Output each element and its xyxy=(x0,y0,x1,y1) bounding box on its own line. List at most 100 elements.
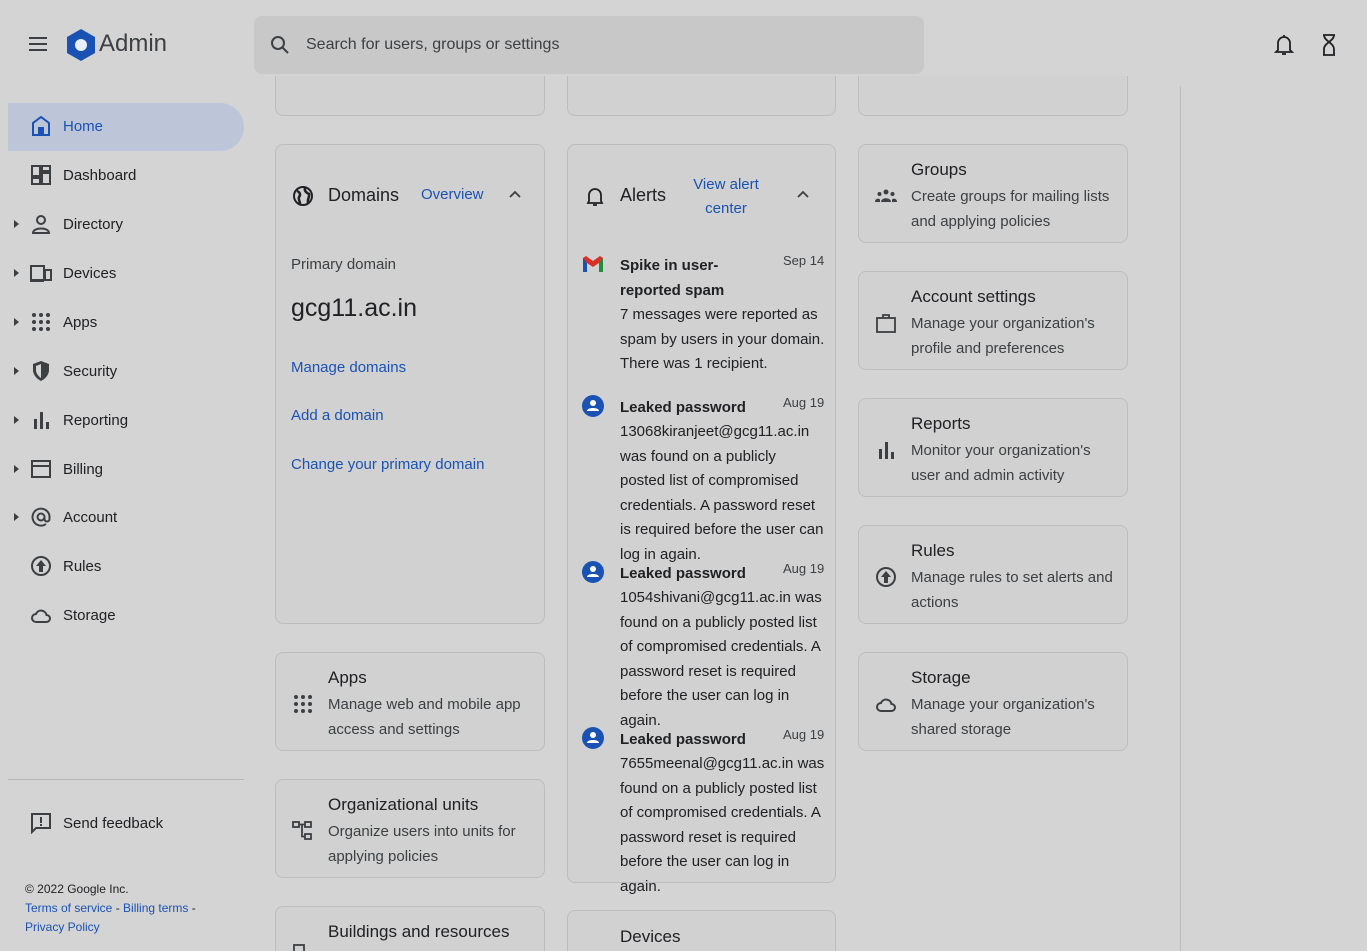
copyright-text: © 2022 Google Inc. xyxy=(25,882,129,896)
buildings-card-title: Buildings and resources xyxy=(328,922,510,941)
alert-item[interactable]: Leaked password Aug 19 13068kiranjeet@gc… xyxy=(580,395,830,563)
cloud-icon xyxy=(30,604,52,626)
alert-body: 7 messages were reported as spam by user… xyxy=(620,306,825,372)
sidebar-item-devices[interactable]: Devices xyxy=(8,250,244,298)
sidebar-item-home[interactable]: Home xyxy=(8,103,244,151)
rules-card[interactable]: Rules Manage rules to set alerts and act… xyxy=(858,525,1128,624)
sidebar-item-account[interactable]: Account xyxy=(8,494,244,542)
user-alert-icon xyxy=(582,561,604,583)
alert-item[interactable]: Leaked password Aug 19 7655meenal@gcg11.… xyxy=(580,727,830,895)
account-settings-card[interactable]: Account settings Manage your organizatio… xyxy=(858,271,1128,370)
apps-card-title: Apps xyxy=(328,668,367,687)
notifications-bell-icon[interactable] xyxy=(1273,33,1295,57)
reports-card-title: Reports xyxy=(911,414,971,433)
user-alert-icon xyxy=(582,727,604,749)
expand-caret-icon[interactable] xyxy=(14,318,19,326)
rules-icon xyxy=(875,566,897,588)
apps-card[interactable]: Apps Manage web and mobile app access an… xyxy=(275,652,545,751)
alert-title: Spike in user-reported spam xyxy=(620,257,725,299)
tasks-hourglass-icon[interactable] xyxy=(1319,33,1339,57)
sidebar-item-billing[interactable]: Billing xyxy=(8,446,244,494)
manage-domains-link[interactable]: Manage domains xyxy=(291,359,406,376)
reports-card-description: Monitor your organization's user and adm… xyxy=(911,442,1091,484)
rules-card-title: Rules xyxy=(911,541,955,560)
sidebar-item-dashboard[interactable]: Dashboard xyxy=(8,152,244,200)
buildings-card[interactable]: Buildings and resources xyxy=(275,906,545,951)
dashboard-icon xyxy=(30,164,52,186)
expand-caret-icon[interactable] xyxy=(14,220,19,228)
billing-terms-link[interactable]: Billing terms xyxy=(123,901,188,915)
apps-grid-icon xyxy=(292,693,314,715)
expand-caret-icon[interactable] xyxy=(14,269,19,277)
cloud-icon xyxy=(875,693,897,715)
person-icon xyxy=(30,213,52,235)
primary-domain-value: gcg11.ac.in xyxy=(291,294,418,322)
devices-card[interactable]: Devices xyxy=(567,910,836,951)
sidebar-item-label: Account xyxy=(63,509,118,526)
sidebar-item-storage[interactable]: Storage xyxy=(8,592,244,640)
groups-card-description: Create groups for mailing lists and appl… xyxy=(911,188,1110,230)
alert-item[interactable]: Spike in user-reported spam Sep 14 7 mes… xyxy=(580,253,830,373)
sidebar-item-label: Dashboard xyxy=(63,167,137,184)
alert-date: Aug 19 xyxy=(783,395,825,410)
sidebar-item-security[interactable]: Security xyxy=(8,348,244,396)
bell-icon xyxy=(584,185,606,207)
org-chart-icon xyxy=(292,820,314,842)
storage-card-title: Storage xyxy=(911,668,971,687)
view-alert-center-line2: center xyxy=(705,200,747,217)
sidebar-item-directory[interactable]: Directory xyxy=(8,201,244,249)
privacy-policy-link[interactable]: Privacy Policy xyxy=(25,920,100,934)
footer-separator: - xyxy=(188,901,196,915)
groups-icon xyxy=(875,185,897,207)
alert-body: 13068kiranjeet@gcg11.ac.in was found on … xyxy=(620,423,824,563)
feedback-icon xyxy=(30,812,52,834)
collapse-chevron-icon[interactable] xyxy=(508,189,522,199)
send-feedback-button[interactable]: Send feedback xyxy=(8,802,244,846)
primary-domain-label: Primary domain xyxy=(291,256,397,273)
alerts-card: Alerts View alert center Spike in user-r… xyxy=(567,144,836,895)
view-alert-center-link[interactable]: View alert center xyxy=(686,173,766,221)
send-feedback-label: Send feedback xyxy=(63,815,164,832)
domains-title: Domains xyxy=(328,185,400,205)
terms-of-service-link[interactable]: Terms of service xyxy=(25,901,112,915)
menu-icon[interactable] xyxy=(27,33,49,55)
expand-caret-icon[interactable] xyxy=(14,367,19,375)
globe-icon xyxy=(292,185,314,207)
sidebar-footer: © 2022 Google Inc. Terms of service - Bi… xyxy=(25,880,196,937)
add-domain-link[interactable]: Add a domain xyxy=(291,407,384,424)
change-primary-domain-link[interactable]: Change your primary domain xyxy=(291,456,484,473)
expand-caret-icon[interactable] xyxy=(14,416,19,424)
admin-logo-icon[interactable] xyxy=(66,28,96,62)
storage-card[interactable]: Storage Manage your organization's share… xyxy=(858,652,1128,751)
rules-icon xyxy=(30,555,52,577)
sidebar-item-apps[interactable]: Apps xyxy=(8,299,244,347)
collapse-chevron-icon[interactable] xyxy=(796,189,810,199)
devices-icon xyxy=(30,262,52,284)
sidebar-divider xyxy=(8,779,244,780)
org-units-card[interactable]: Organizational units Organize users into… xyxy=(275,779,545,878)
alert-item[interactable]: Leaked password Aug 19 1054shivani@gcg11… xyxy=(580,561,830,729)
partial-card xyxy=(858,76,1128,116)
briefcase-icon xyxy=(875,312,897,334)
view-alert-center-line1: View alert xyxy=(693,176,759,193)
content-divider xyxy=(1180,86,1181,951)
org-units-card-description: Organize users into units for applying p… xyxy=(328,823,516,865)
groups-card[interactable]: Groups Create groups for mailing lists a… xyxy=(858,144,1128,243)
sidebar-item-label: Home xyxy=(63,118,104,135)
sidebar-item-label: Apps xyxy=(63,314,98,331)
search-input[interactable] xyxy=(306,32,886,58)
sidebar-item-label: Devices xyxy=(63,265,117,282)
alert-body: 1054shivani@gcg11.ac.in was found on a p… xyxy=(620,589,822,729)
rules-card-description: Manage rules to set alerts and actions xyxy=(911,569,1113,611)
sidebar-item-reporting[interactable]: Reporting xyxy=(8,397,244,445)
domains-overview-link[interactable]: Overview xyxy=(421,186,484,203)
sidebar-item-rules[interactable]: Rules xyxy=(8,543,244,591)
expand-caret-icon[interactable] xyxy=(14,465,19,473)
expand-caret-icon[interactable] xyxy=(14,513,19,521)
alert-date: Aug 19 xyxy=(783,561,825,576)
account-settings-card-title: Account settings xyxy=(911,287,1036,306)
account-settings-card-description: Manage your organization's profile and p… xyxy=(911,315,1095,357)
search-bar[interactable] xyxy=(254,16,924,74)
reports-card[interactable]: Reports Monitor your organization's user… xyxy=(858,398,1128,497)
at-sign-icon xyxy=(30,506,52,528)
